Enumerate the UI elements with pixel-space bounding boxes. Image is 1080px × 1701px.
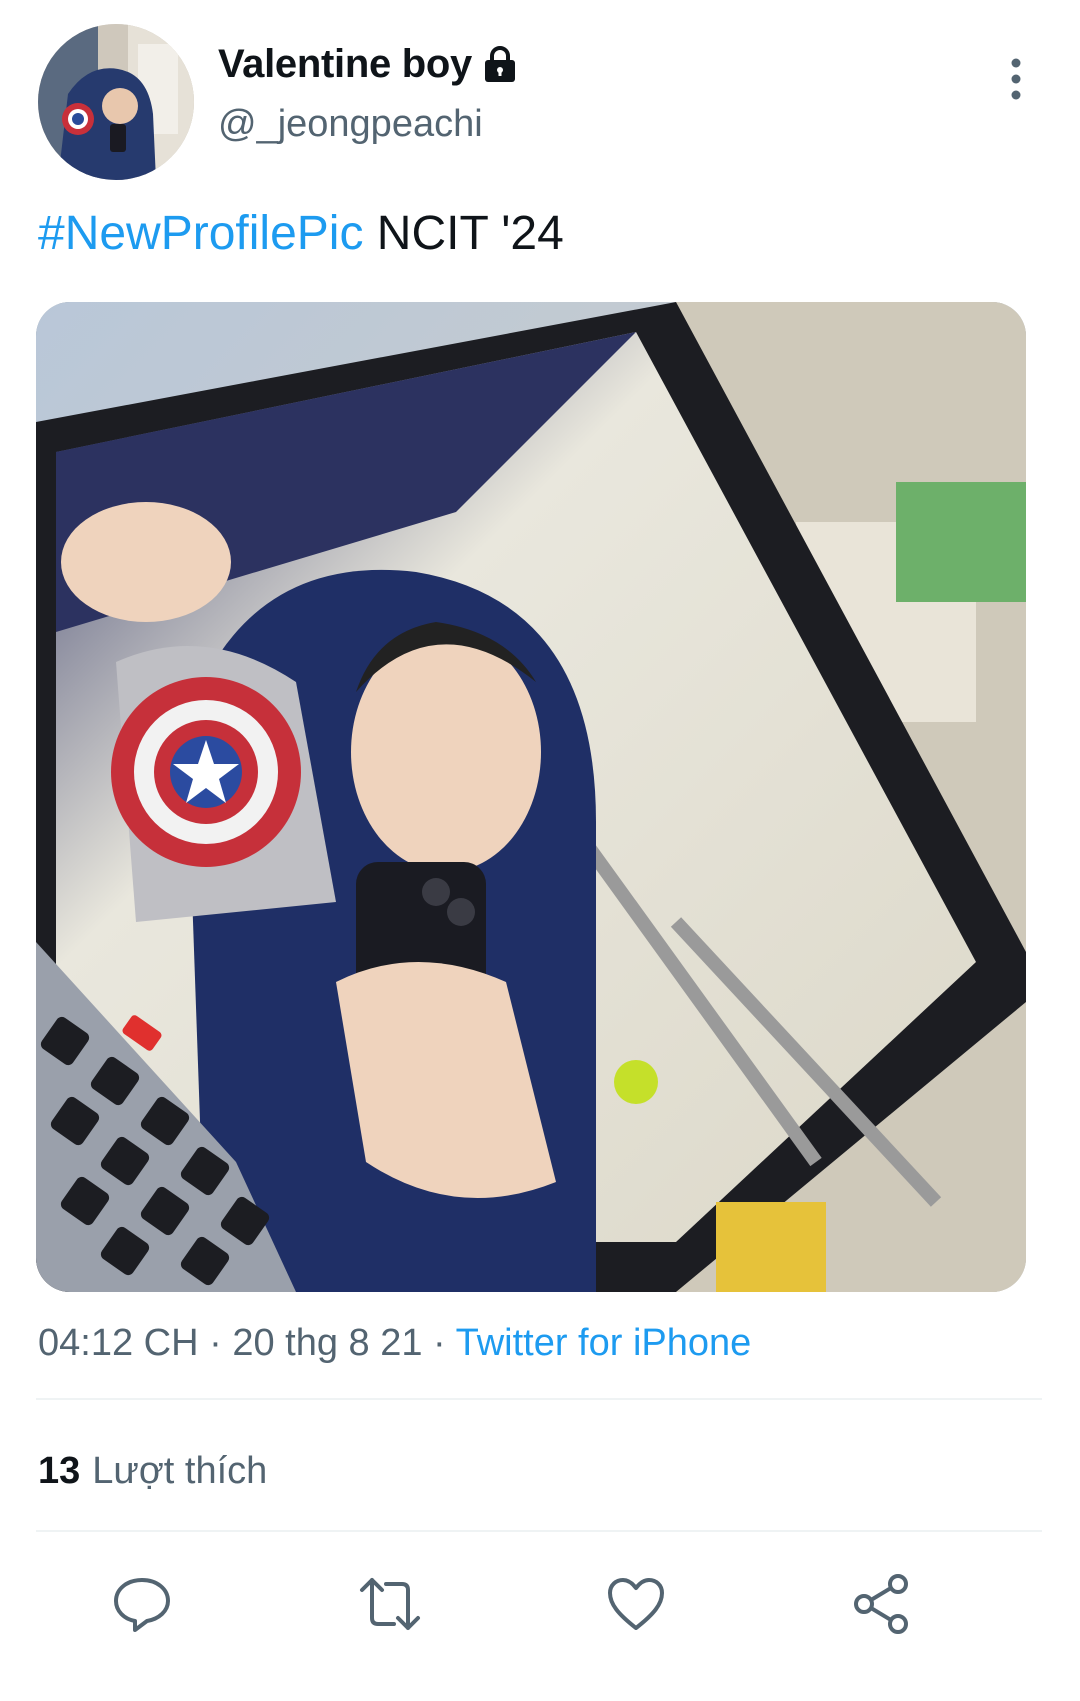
divider (36, 1398, 1042, 1400)
meta-separator: · (198, 1322, 233, 1364)
tweet-text: #NewProfilePic NCIT '24 (38, 204, 564, 264)
author-names: Valentine boy @_jeongpeachi (218, 42, 518, 146)
photo-mirror-selfie (36, 302, 1026, 1292)
retweet-icon[interactable] (358, 1572, 422, 1636)
tweet-meta: 04:12 CH · 20 thg 8 21 · Twitter for iPh… (38, 1322, 751, 1365)
display-name[interactable]: Valentine boy (218, 42, 472, 87)
likes-count: 13 (38, 1450, 81, 1492)
likes-stat[interactable]: 13 Lượt thích (38, 1450, 267, 1493)
hashtag-link[interactable]: #NewProfilePic (38, 207, 363, 260)
tweet-photo[interactable] (36, 302, 1026, 1292)
tweet-actions (38, 1572, 1042, 1644)
avatar[interactable] (38, 24, 194, 180)
like-icon[interactable] (604, 1572, 668, 1636)
tweet-date[interactable]: 20 thg 8 21 (232, 1322, 422, 1364)
tweet-source-link[interactable]: Twitter for iPhone (456, 1322, 752, 1364)
tweet-header: Valentine boy @_jeongpeachi (38, 24, 1042, 180)
display-name-row: Valentine boy (218, 42, 518, 87)
likes-label: Lượt thích (92, 1450, 268, 1492)
handle[interactable]: @_jeongpeachi (218, 103, 518, 146)
meta-separator: · (422, 1322, 456, 1364)
divider (36, 1530, 1042, 1532)
more-options-icon[interactable] (1004, 54, 1028, 104)
reply-icon[interactable] (110, 1572, 174, 1636)
tweet-time[interactable]: 04:12 CH (38, 1322, 199, 1364)
lock-icon (482, 45, 518, 85)
share-icon[interactable] (850, 1572, 914, 1636)
tweet-detail: Valentine boy @_jeongpeachi #NewProfileP… (0, 0, 1080, 1701)
tweet-body-text: NCIT '24 (363, 207, 564, 260)
profile-avatar-image (38, 24, 194, 180)
